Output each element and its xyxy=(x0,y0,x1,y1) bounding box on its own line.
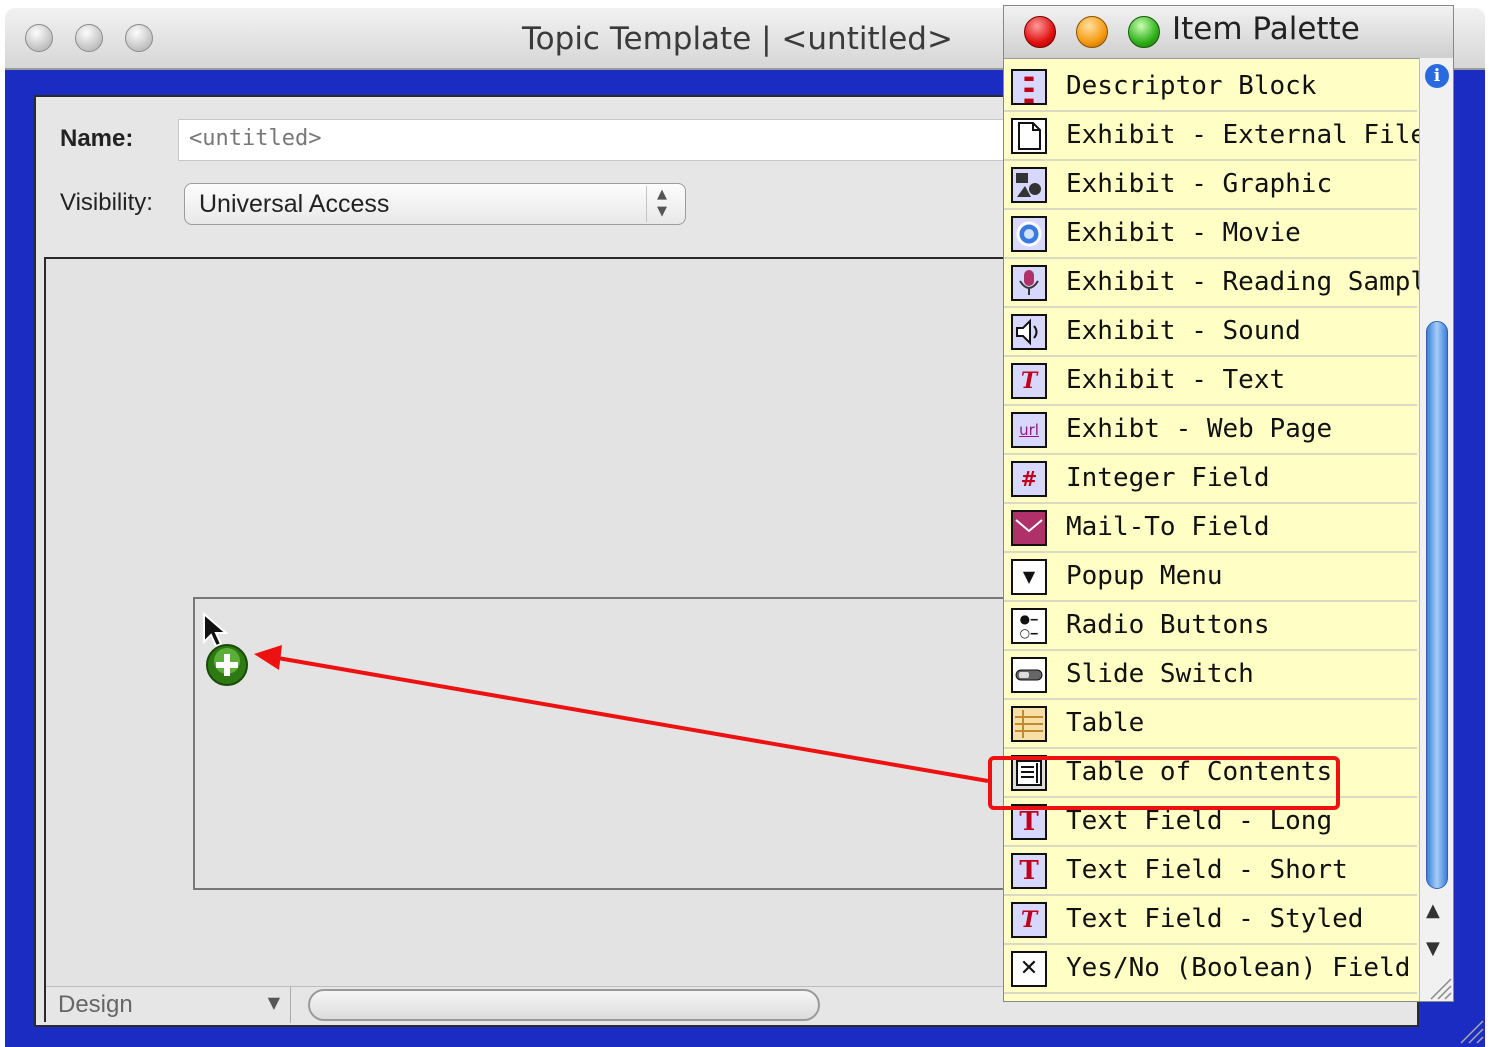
palette-item-exhibit-reading-sample[interactable]: Exhibit - Reading Sample xyxy=(1004,259,1442,308)
palette-item-mail-to-field[interactable]: Mail-To Field xyxy=(1004,504,1417,553)
palette-resize-grip-icon[interactable] xyxy=(1425,975,1453,1001)
graphic-icon xyxy=(1011,167,1047,203)
document-icon xyxy=(1011,118,1047,154)
descriptor-block-icon: ▬ ▬ ▬ xyxy=(1011,69,1047,105)
palette-close-button[interactable] xyxy=(1024,16,1056,48)
info-icon[interactable]: i xyxy=(1425,64,1449,88)
palette-item-exhibit-sound[interactable]: Exhibit - Sound xyxy=(1004,308,1417,357)
checkbox-x-icon: ✕ xyxy=(1011,951,1047,987)
palette-item-exhibit-text[interactable]: T Exhibit - Text xyxy=(1004,357,1417,406)
microphone-icon xyxy=(1011,265,1047,301)
palette-item-exhibit-graphic[interactable]: Exhibit - Graphic xyxy=(1004,161,1417,210)
url-icon: url xyxy=(1011,412,1047,448)
text-short-icon: T xyxy=(1011,853,1047,889)
palette-item-label: Exhibt - Web Page xyxy=(1066,414,1333,444)
palette-item-label: Yes/No (Boolean) Field xyxy=(1066,953,1411,983)
view-mode-popup[interactable]: Design ▼ xyxy=(46,987,291,1023)
palette-minimize-button[interactable] xyxy=(1076,16,1108,48)
name-field[interactable]: <untitled> xyxy=(178,119,1038,161)
scroll-down-arrow-icon[interactable]: ▼ xyxy=(1426,938,1440,959)
palette-item-descriptor-block[interactable]: ▬ ▬ ▬ Descriptor Block xyxy=(1004,63,1417,112)
window-title: Topic Template | <untitled> xyxy=(522,21,953,57)
palette-item-exhibit-web-page[interactable]: url Exhibt - Web Page xyxy=(1004,406,1417,455)
name-label: Name: xyxy=(60,125,134,152)
minimize-button[interactable] xyxy=(75,24,103,52)
palette-item-list: ▬ ▬ ▬ Descriptor Block Exhibit - External … xyxy=(1004,63,1442,1000)
palette-item-label: Exhibit - Graphic xyxy=(1066,169,1333,199)
palette-item-exhibit-external-file[interactable]: Exhibit - External File xyxy=(1004,112,1426,161)
hash-icon: # xyxy=(1011,461,1047,497)
palette-item-label: Descriptor Block xyxy=(1066,71,1317,101)
palette-title-bar[interactable]: Item Palette xyxy=(1004,6,1453,59)
palette-item-text-field-styled[interactable]: T Text Field - Styled xyxy=(1004,896,1417,945)
zoom-button[interactable] xyxy=(125,24,153,52)
radio-buttons-icon: ●‒ ○‒ xyxy=(1011,608,1047,644)
table-icon xyxy=(1011,706,1047,742)
highlight-box xyxy=(988,756,1340,810)
scroll-up-arrow-icon[interactable]: ▲ xyxy=(1426,900,1440,921)
item-palette: Item Palette ▬ ▬ ▬ Descriptor Block Exhibi… xyxy=(1003,5,1454,1002)
palette-zoom-button[interactable] xyxy=(1128,16,1160,48)
styled-text-icon: T xyxy=(1011,363,1047,399)
visibility-value: Universal Access xyxy=(199,190,390,218)
view-mode-value: Design xyxy=(58,991,133,1018)
palette-item-text-field-short[interactable]: T Text Field - Short xyxy=(1004,847,1417,896)
palette-item-slide-switch[interactable]: Slide Switch xyxy=(1004,651,1417,700)
palette-item-integer-field[interactable]: # Integer Field xyxy=(1004,455,1417,504)
close-button[interactable] xyxy=(25,24,53,52)
palette-item-label: Exhibit - External File xyxy=(1066,120,1427,150)
palette-item-label: Integer Field xyxy=(1066,463,1270,493)
visibility-select[interactable]: Universal Access ▲ ▼ xyxy=(184,183,686,225)
palette-item-label: Exhibit - Text xyxy=(1066,365,1286,395)
envelope-icon xyxy=(1011,510,1047,546)
palette-item-radio-buttons[interactable]: ●‒ ○‒ Radio Buttons xyxy=(1004,602,1417,651)
palette-scrollbar[interactable]: i ▲ ▼ xyxy=(1419,58,1453,1001)
palette-item-label: Text Field - Styled xyxy=(1066,904,1364,934)
palette-title: Item Palette xyxy=(1172,11,1360,47)
add-badge-icon xyxy=(206,644,248,686)
chevron-down-icon: ▼ xyxy=(267,993,280,1012)
slide-switch-icon xyxy=(1011,657,1047,693)
palette-item-label: Table xyxy=(1066,708,1145,738)
palette-item-label: Slide Switch xyxy=(1066,659,1254,689)
palette-item-exhibit-movie[interactable]: Exhibit - Movie xyxy=(1004,210,1417,259)
stepper-arrows-icon: ▲ ▼ xyxy=(646,186,677,222)
styled-text-icon: T xyxy=(1011,902,1047,938)
palette-item-popup-menu[interactable]: ▼ Popup Menu xyxy=(1004,553,1417,602)
palette-item-label: Exhibit - Movie xyxy=(1066,218,1301,248)
quicktime-icon xyxy=(1011,216,1047,252)
palette-item-label: Popup Menu xyxy=(1066,561,1223,591)
window-resize-grip-icon[interactable] xyxy=(1455,1015,1485,1045)
palette-item-label: Mail-To Field xyxy=(1066,512,1270,542)
palette-item-label: Text Field - Short xyxy=(1066,855,1348,885)
palette-item-yes-no-field[interactable]: ✕ Yes/No (Boolean) Field xyxy=(1004,945,1417,994)
palette-item-label: Exhibit - Sound xyxy=(1066,316,1301,346)
horizontal-scrollbar[interactable] xyxy=(308,989,820,1021)
palette-item-label: Exhibit - Reading Sample xyxy=(1066,267,1442,297)
speaker-icon xyxy=(1011,314,1047,350)
palette-item-label: Text Field - Long xyxy=(1066,806,1333,836)
popup-menu-icon: ▼ xyxy=(1011,559,1047,595)
palette-scroll-thumb[interactable] xyxy=(1426,321,1448,889)
palette-item-table[interactable]: Table xyxy=(1004,700,1417,749)
visibility-label: Visibility: xyxy=(60,189,153,216)
palette-item-label: Radio Buttons xyxy=(1066,610,1270,640)
